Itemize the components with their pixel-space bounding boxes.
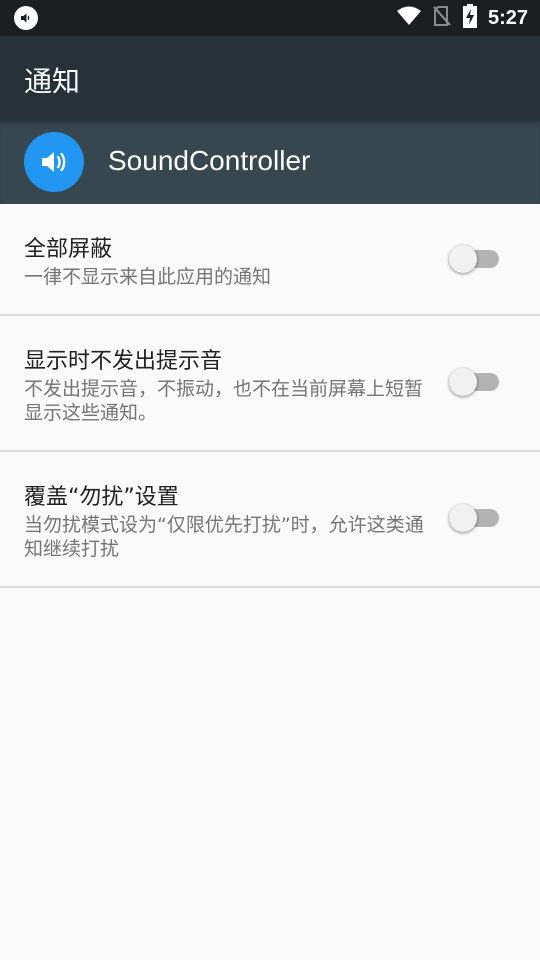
battery-charging-icon (462, 4, 478, 32)
app-bar: 通知 (0, 36, 540, 120)
app-name: SoundController (108, 145, 311, 176)
volume-notification-icon (14, 6, 38, 30)
page-title: 通知 (24, 65, 81, 98)
setting-silent[interactable]: 显示时不发出提示音 不发出提示音，不振动，也不在当前屏幕上短暂显示这些通知。 (0, 316, 540, 452)
setting-title: 显示时不发出提示音 (24, 349, 223, 374)
silent-toggle[interactable] (449, 368, 501, 396)
toggle-thumb (449, 368, 477, 396)
override-dnd-toggle[interactable] (449, 504, 501, 532)
setting-summary: 不发出提示音，不振动，也不在当前屏幕上短暂显示这些通知。 (24, 378, 424, 424)
status-bar: 5:27 (0, 0, 540, 36)
block-all-toggle[interactable] (449, 245, 501, 273)
status-time: 5:27 (487, 6, 528, 29)
toggle-thumb (449, 504, 477, 532)
app-header[interactable]: SoundController (0, 120, 540, 204)
speaker-icon (24, 132, 84, 192)
settings-list: 全部屏蔽 一律不显示来自此应用的通知 显示时不发出提示音 不发出提示音，不振动，… (0, 204, 540, 588)
setting-summary: 一律不显示来自此应用的通知 (24, 266, 272, 288)
setting-title: 全部屏蔽 (24, 237, 113, 262)
status-icons: 5:27 (396, 0, 528, 36)
toggle-thumb (449, 245, 477, 273)
setting-summary: 当勿扰模式设为“仅限优先打扰”时，允许这类通知继续打扰 (24, 514, 424, 560)
wifi-icon (396, 5, 422, 31)
setting-block-all[interactable]: 全部屏蔽 一律不显示来自此应用的通知 (0, 204, 540, 316)
no-sim-icon (432, 5, 452, 31)
setting-override-dnd[interactable]: 覆盖“勿扰”设置 当勿扰模式设为“仅限优先打扰”时，允许这类通知继续打扰 (0, 452, 540, 588)
setting-title: 覆盖“勿扰”设置 (24, 485, 179, 510)
